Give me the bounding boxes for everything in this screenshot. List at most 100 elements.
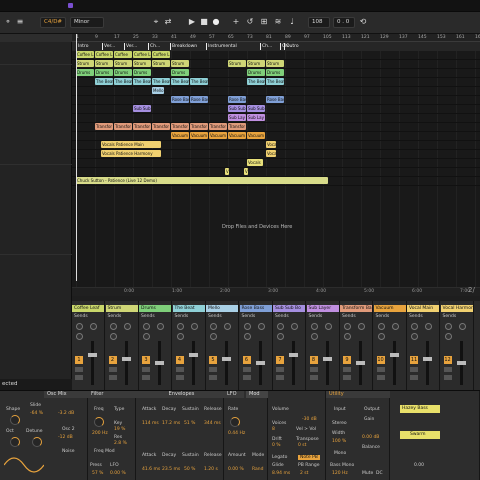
clip[interactable]: The Beat <box>266 78 284 85</box>
track-name[interactable]: Drums <box>139 305 171 312</box>
mute-toggle[interactable]: Mute <box>362 471 373 476</box>
arm-button[interactable] <box>443 375 452 380</box>
solo-button[interactable] <box>142 367 150 372</box>
track-lane[interactable]: Transfor Transfor Transfor Transfor Transfor… <box>72 123 480 132</box>
fader-handle[interactable] <box>255 361 265 365</box>
beat-ruler[interactable]: 1 9 17 25 33 41 49 57 65 73 81 89 97 105 113 121 129 137 1… <box>72 34 480 42</box>
clip[interactable]: Transfor <box>95 123 113 130</box>
track-name[interactable]: Sub Layer <box>306 305 339 312</box>
locator-marker[interactable]: Ch... <box>148 43 160 50</box>
clip[interactable]: Transfor <box>209 123 227 130</box>
fader-handle[interactable] <box>356 361 365 365</box>
fader-handle[interactable] <box>88 353 97 357</box>
clip[interactable]: The Beat <box>133 78 151 85</box>
track-lane[interactable]: Sub Lay Sub Lay <box>72 114 480 123</box>
track-name[interactable]: Vacuum <box>373 305 406 312</box>
track-activator[interactable]: 6 <box>242 356 251 364</box>
send-knob[interactable] <box>210 323 217 330</box>
track-activator[interactable]: 5 <box>209 356 217 364</box>
volume-fader-track[interactable] <box>225 341 228 385</box>
send-knob[interactable] <box>310 323 318 330</box>
send-knob[interactable] <box>123 323 131 330</box>
oct-knob[interactable] <box>10 437 20 447</box>
clip[interactable]: Rose Bas <box>171 96 189 103</box>
track-activator[interactable]: 3 <box>142 356 150 364</box>
send-knob[interactable] <box>344 333 351 340</box>
lfo-mod-label[interactable]: LFO <box>110 463 119 468</box>
mono-toggle[interactable]: Mono <box>334 451 346 456</box>
track-activator[interactable]: 7 <box>276 356 284 364</box>
track-lane[interactable]: Chuck Sutton - Patience (Live 12 Demo) <box>72 177 480 186</box>
clip[interactable]: Strum <box>152 60 170 67</box>
send-knob[interactable] <box>143 323 150 330</box>
solo-button[interactable] <box>376 367 385 372</box>
clip[interactable]: Drums <box>133 69 151 76</box>
clip[interactable]: Rose Bas <box>266 96 284 103</box>
key-selector[interactable]: C4/D# <box>40 17 67 28</box>
clip[interactable]: The Beat <box>114 78 132 85</box>
arm-button[interactable] <box>309 375 318 380</box>
clip[interactable]: The Beat <box>190 78 208 85</box>
track-lane[interactable]: Mello <box>72 87 480 96</box>
punch-icon[interactable]: ≋ <box>272 16 284 28</box>
track-name[interactable]: Mello <box>206 305 238 312</box>
locator-marker[interactable]: Ver... <box>124 43 137 50</box>
send-knob[interactable] <box>377 333 385 340</box>
locator-marker[interactable]: Intro <box>76 43 88 50</box>
track-activator[interactable]: 10 <box>376 356 385 364</box>
clip[interactable]: The Beat <box>95 78 113 85</box>
send-knob[interactable] <box>291 323 298 330</box>
clip[interactable]: Strum <box>133 60 151 67</box>
solo-button[interactable] <box>209 367 217 372</box>
clip[interactable]: Transfor <box>171 123 189 130</box>
clip[interactable]: Vocals <box>266 150 276 157</box>
volume-fader-track[interactable] <box>124 341 128 385</box>
send-knob[interactable] <box>176 333 184 340</box>
clip[interactable]: Rose Bas <box>190 96 208 103</box>
clip[interactable]: Strum <box>228 60 246 67</box>
play-icon[interactable]: ▶ <box>186 16 198 28</box>
press-label[interactable]: Press <box>90 463 102 468</box>
solo-button[interactable] <box>276 367 284 372</box>
dc-toggle[interactable]: DC <box>376 471 383 476</box>
link-icon[interactable]: ⚬ <box>2 16 14 28</box>
locator-lane[interactable]: Intro Ver... Ver... Ch... Breakdown Instrumen… <box>72 42 480 51</box>
send-knob[interactable] <box>210 333 217 340</box>
clip[interactable]: Strum <box>76 60 94 67</box>
send-knob[interactable] <box>109 323 117 330</box>
shape-knob[interactable] <box>10 415 20 425</box>
track-name[interactable]: Strum <box>105 305 138 312</box>
arrangement-position-icon[interactable]: ⌖ <box>150 16 162 28</box>
clip[interactable]: Sub Sub <box>247 105 265 112</box>
solo-button[interactable] <box>410 367 418 372</box>
clip[interactable]: Strum <box>266 60 284 67</box>
track-lane[interactable]: Coffee L Coffee L Coffee Coffee L Coffee L <box>72 51 480 60</box>
arm-button[interactable] <box>108 375 117 380</box>
fader-handle[interactable] <box>155 361 164 365</box>
track-name[interactable]: Sub Sub Bo <box>273 305 305 312</box>
track-name[interactable]: Transform Ba <box>340 305 372 312</box>
locator-marker[interactable]: Ch... <box>260 43 272 50</box>
midi-icon[interactable]: ≡ <box>14 16 26 28</box>
arm-button[interactable] <box>142 375 150 380</box>
volume-fader-track[interactable] <box>91 341 94 385</box>
locator-marker[interactable]: Breakdown <box>170 43 197 50</box>
volume-fader-track[interactable] <box>191 341 195 385</box>
track-activator[interactable]: 2 <box>108 356 117 364</box>
track-activator[interactable]: 9 <box>343 356 351 364</box>
fader-handle[interactable] <box>423 357 432 361</box>
clip[interactable]: Transfor <box>114 123 132 130</box>
clip[interactable]: Drums <box>171 69 189 76</box>
track-lane[interactable]: Vacuum Vacuum Vacuum Vacuum Vacuum <box>72 132 480 141</box>
clip[interactable]: Vacuum <box>209 132 227 139</box>
fader-handle[interactable] <box>188 353 198 357</box>
fader-handle[interactable] <box>121 357 131 361</box>
clip[interactable]: Sub Lay <box>228 114 246 121</box>
clip[interactable]: The Beat <box>247 78 265 85</box>
send-knob[interactable] <box>257 323 265 330</box>
locator-marker[interactable]: Ver... <box>102 43 115 50</box>
send-knob[interactable] <box>109 333 117 340</box>
scale-selector[interactable]: Minor <box>70 17 104 28</box>
clip[interactable]: Drums <box>76 69 94 76</box>
arm-button[interactable] <box>75 375 83 380</box>
